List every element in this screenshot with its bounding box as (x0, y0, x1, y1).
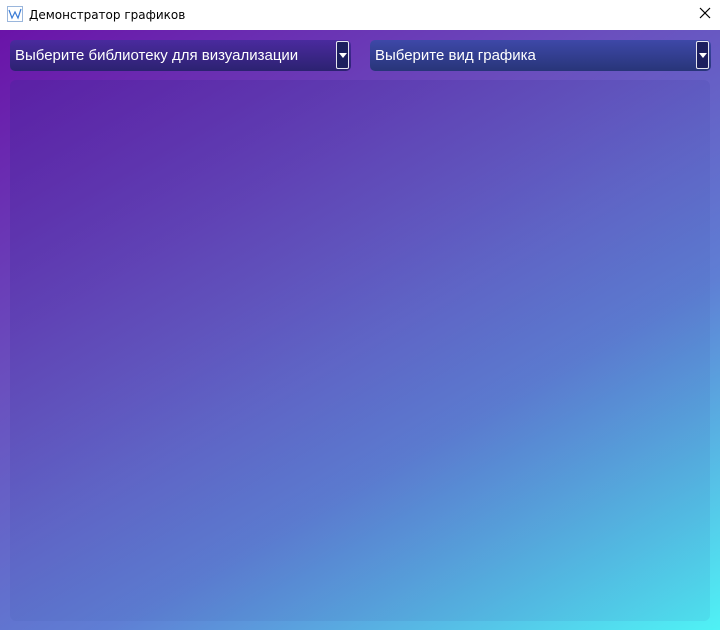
chart-type-select-dropdown-button[interactable] (696, 41, 709, 69)
title-bar[interactable]: Демонстратор графиков (0, 0, 720, 30)
window-title: Демонстратор графиков (29, 8, 186, 22)
close-button[interactable] (690, 0, 720, 30)
chart-type-select-value: Выберите вид графика (375, 47, 536, 64)
client-area: Выберите библиотеку для визуализации Выб… (0, 30, 720, 630)
chevron-down-icon (698, 52, 707, 58)
close-icon (699, 6, 711, 24)
library-select-value: Выберите библиотеку для визуализации (15, 47, 299, 64)
chart-type-select[interactable]: Выберите вид графика (370, 40, 711, 71)
chart-area (10, 80, 710, 621)
library-select-dropdown-button[interactable] (336, 41, 349, 69)
chevron-down-icon (338, 52, 347, 58)
app-window: Демонстратор графиков Выберите библиотек… (0, 0, 720, 630)
library-select[interactable]: Выберите библиотеку для визуализации (10, 40, 351, 71)
line-chart-icon (7, 6, 23, 22)
